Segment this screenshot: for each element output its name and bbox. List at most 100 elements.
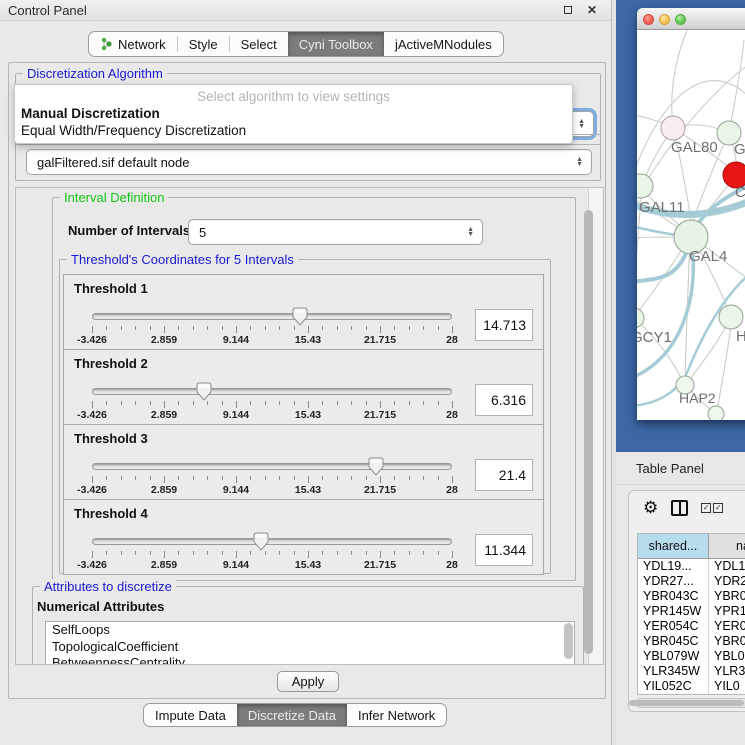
group-title: Interval Definition: [60, 190, 168, 205]
cell-shared-name[interactable]: YPR145W: [638, 604, 709, 619]
combo-arrows-icon: ▲▼: [467, 227, 474, 237]
threshold-value-field[interactable]: 14.713: [475, 309, 533, 341]
cell-name[interactable]: YIL0: [709, 679, 745, 694]
list-scrollbar[interactable]: [564, 623, 573, 659]
network-node-gcy1[interactable]: [637, 308, 644, 328]
threshold-slider-track[interactable]: [92, 388, 452, 395]
tick-mark: [164, 476, 165, 483]
tab-label: jActiveMNodules: [395, 37, 492, 52]
cell-shared-name[interactable]: YLR345W: [638, 664, 709, 679]
table-horizontal-scrollbar[interactable]: [635, 698, 745, 708]
cell-name[interactable]: YER0: [709, 619, 745, 634]
slider-thumb[interactable]: [196, 382, 212, 401]
bottom-tab-discretize-data[interactable]: Discretize Data: [237, 704, 347, 726]
threshold-slider-track[interactable]: [92, 313, 452, 320]
settings-vertical-scrollbar[interactable]: [588, 188, 603, 664]
tick-mark: [452, 551, 453, 558]
tick-label: 15.43: [295, 559, 321, 571]
cell-name[interactable]: YBL0: [709, 649, 745, 664]
tick-mark: [279, 401, 280, 405]
cell-shared-name[interactable]: YDL19...: [638, 559, 709, 574]
slider-thumb[interactable]: [368, 457, 384, 476]
float-window-icon[interactable]: [561, 4, 575, 18]
network-node-gal11[interactable]: [637, 174, 653, 198]
node-table[interactable]: shared... na YDL19...YDL19YDR27...YDR2YB…: [637, 533, 745, 695]
table-row[interactable]: YER054CYER0: [638, 619, 745, 634]
close-panel-icon[interactable]: ✕: [585, 4, 599, 18]
cell-name[interactable]: YLR3: [709, 664, 745, 679]
scrollbar-thumb[interactable]: [629, 700, 744, 706]
threshold-value-field[interactable]: 6.316: [475, 384, 533, 416]
tab-network[interactable]: Network: [89, 32, 177, 56]
algorithm-option[interactable]: Select algorithm to view settings: [15, 88, 572, 105]
network-window-titlebar[interactable]: [637, 8, 745, 30]
tick-mark: [92, 476, 93, 483]
network-node[interactable]: [708, 406, 724, 420]
zoom-traffic-light-icon[interactable]: [675, 14, 686, 25]
tab-style[interactable]: Style: [178, 32, 229, 56]
node-label: H: [736, 328, 745, 345]
slider-thumb[interactable]: [253, 532, 269, 551]
attributes-listbox[interactable]: SelfLoopsTopologicalCoefficientBetweenne…: [45, 621, 575, 665]
apply-button[interactable]: Apply: [277, 671, 339, 692]
network-nodes[interactable]: [637, 116, 745, 420]
cell-shared-name[interactable]: YBR043C: [638, 589, 709, 604]
checkbox-icon[interactable]: ✓: [701, 503, 711, 513]
table-row[interactable]: YBR045CYBR0: [638, 634, 745, 649]
threshold-value-field[interactable]: 11.344: [475, 534, 533, 566]
cell-shared-name[interactable]: YIL052C: [638, 679, 709, 694]
network-node-gal80[interactable]: [661, 116, 685, 140]
split-columns-icon[interactable]: [671, 500, 688, 516]
cell-name[interactable]: YBR0: [709, 634, 745, 649]
number-of-intervals-combobox[interactable]: 5 ▲▼: [188, 219, 483, 245]
attribute-list-item[interactable]: BetweennessCentrality: [46, 655, 574, 665]
table-row[interactable]: YDL19...YDL19: [638, 559, 745, 574]
table-row[interactable]: YDR27...YDR2: [638, 574, 745, 589]
cell-shared-name[interactable]: YDR27...: [638, 574, 709, 589]
slider-ticks: [92, 401, 452, 409]
tick-mark: [380, 551, 381, 558]
tick-mark: [236, 551, 237, 558]
attribute-list-item[interactable]: TopologicalCoefficient: [46, 639, 574, 656]
checkbox-icon[interactable]: ✓: [713, 503, 723, 513]
tab-jactivemnodules[interactable]: jActiveMNodules: [384, 32, 503, 56]
tab-label: Discretize Data: [248, 708, 336, 723]
slider-thumb[interactable]: [292, 307, 308, 326]
table-row[interactable]: YPR145WYPR1: [638, 604, 745, 619]
bottom-tab-infer-network[interactable]: Infer Network: [347, 704, 446, 726]
table-row[interactable]: YBR043CYBR0: [638, 589, 745, 604]
threshold-slider-track[interactable]: [92, 463, 452, 470]
column-header-name[interactable]: na: [709, 534, 745, 558]
tab-cyni-toolbox[interactable]: Cyni Toolbox: [288, 32, 384, 56]
cell-name[interactable]: YDL19: [709, 559, 745, 574]
tick-mark: [409, 326, 410, 330]
cell-shared-name[interactable]: YBR045C: [638, 634, 709, 649]
close-traffic-light-icon[interactable]: [643, 14, 654, 25]
threshold-value-field[interactable]: 21.4: [475, 459, 533, 491]
algorithm-option[interactable]: Manual Discretization: [15, 105, 572, 122]
table-row[interactable]: YIL052CYIL0: [638, 679, 745, 694]
table-row[interactable]: YBL079WYBL0: [638, 649, 745, 664]
cell-name[interactable]: YPR1: [709, 604, 745, 619]
tab-select[interactable]: Select: [230, 32, 288, 56]
cell-shared-name[interactable]: YBL079W: [638, 649, 709, 664]
cell-shared-name[interactable]: YER054C: [638, 619, 709, 634]
column-header-shared-name[interactable]: shared...: [638, 534, 709, 558]
tick-mark: [279, 551, 280, 555]
tick-mark: [452, 326, 453, 333]
cell-name[interactable]: YDR2: [709, 574, 745, 589]
cell-name[interactable]: YBR0: [709, 589, 745, 604]
gear-icon[interactable]: ⚙: [643, 498, 658, 518]
network-node-h[interactable]: [719, 305, 743, 329]
bottom-tab-impute-data[interactable]: Impute Data: [144, 704, 237, 726]
table-row[interactable]: YLR345WYLR3: [638, 664, 745, 679]
network-canvas[interactable]: GAL80GACGAL11GAL4GCY1HHAP2: [637, 30, 745, 420]
tick-mark: [423, 401, 424, 405]
threshold-slider-track[interactable]: [92, 538, 452, 545]
scrollbar-thumb[interactable]: [584, 210, 593, 654]
algorithm-option[interactable]: Equal Width/Frequency Discretization: [15, 122, 572, 139]
control-panel: Control Panel ✕ NetworkStyleSelectCyni T…: [0, 0, 612, 745]
attribute-list-item[interactable]: SelfLoops: [46, 622, 574, 639]
table-data-combobox[interactable]: galFiltered.sif default node ▲▼: [26, 149, 592, 175]
minimize-traffic-light-icon[interactable]: [659, 14, 670, 25]
